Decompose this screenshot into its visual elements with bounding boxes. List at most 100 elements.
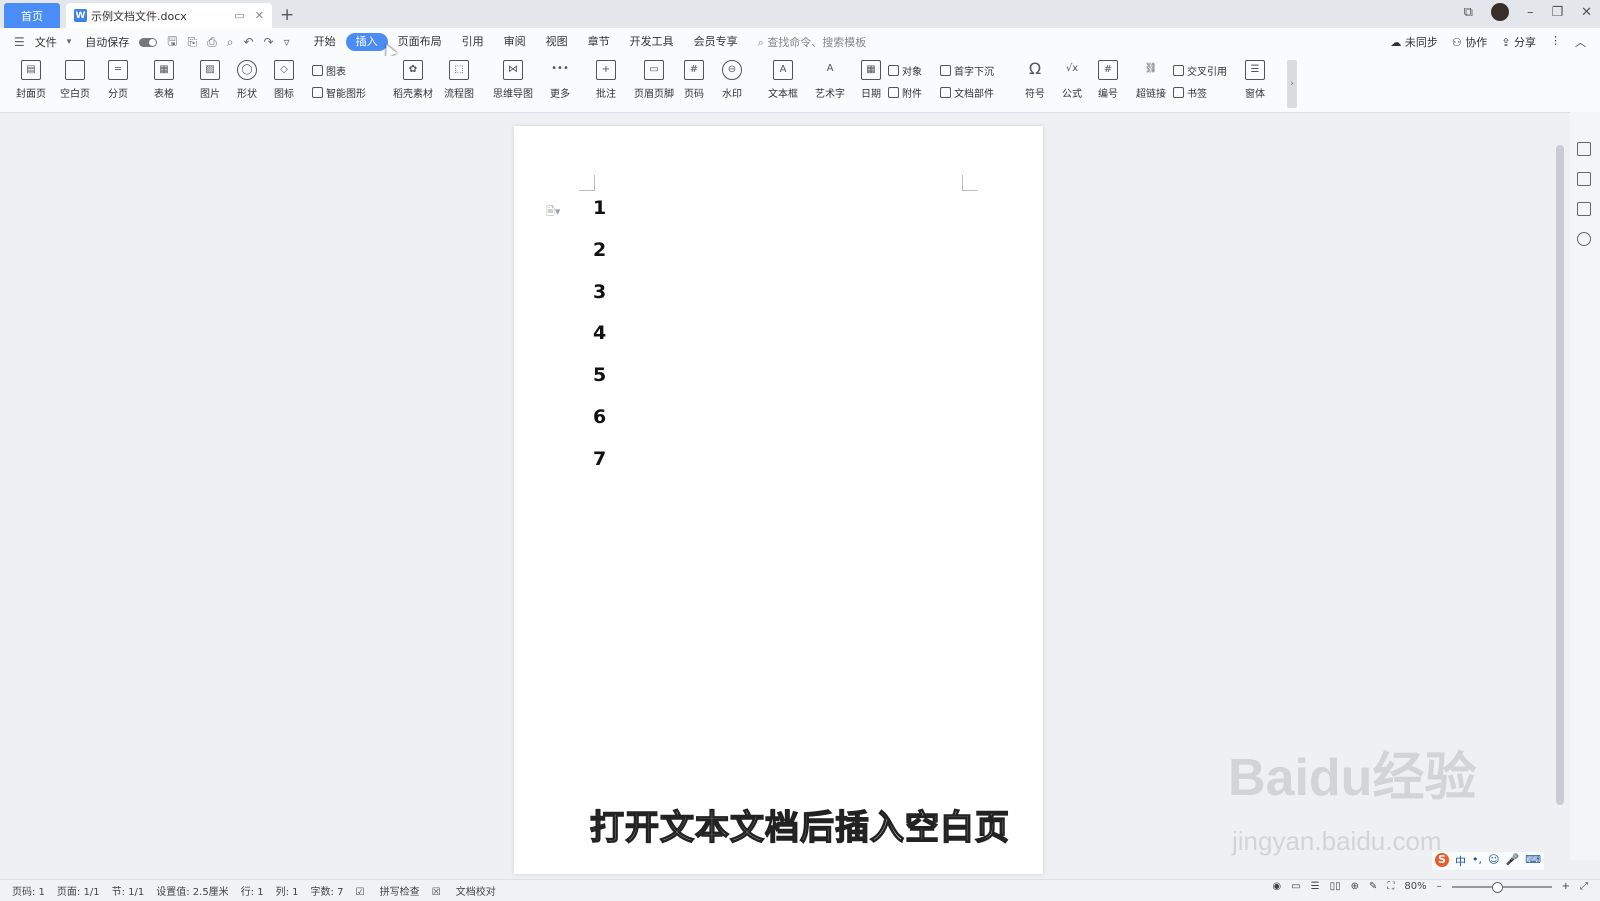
document-line[interactable]: 5 [593,364,606,386]
wordart-button[interactable]: A 艺术字 [815,60,845,100]
table-button[interactable]: ▦ 表格 [154,60,174,100]
close-window-icon[interactable]: ✕ [1581,5,1592,20]
ime-mode-chinese[interactable]: 中 [1455,853,1466,869]
doc-proofread-toggle[interactable]: ☒ 文档校对 [432,883,496,898]
document-line[interactable]: 7 [593,448,606,470]
zoom-slider-knob[interactable] [1491,881,1503,893]
ime-punctuation[interactable]: •, [1472,853,1482,869]
tab-page-layout[interactable]: 页面布局 [388,33,452,51]
collaborate-button[interactable]: ⚇ 协作 [1452,34,1487,50]
picture-button[interactable]: ▨ 图片 [200,60,220,100]
status-word-count[interactable]: 字数: 7 [311,883,344,898]
redo-icon[interactable]: ↷ [264,35,274,49]
page-view-icon[interactable]: ▭ [1291,881,1300,892]
web-view-icon[interactable]: ⊕ [1351,881,1359,892]
undo-icon[interactable]: ↶ [243,35,253,49]
write-mode-icon[interactable]: ✎ [1369,881,1377,892]
select-pointer-icon[interactable] [1577,172,1591,186]
settings-sliders-icon[interactable] [1577,202,1591,216]
file-menu[interactable]: 文件 [35,34,57,50]
chevron-down-icon[interactable]: ▾ [67,37,72,47]
add-tab-button[interactable]: + [280,5,294,25]
tab-pin-icon[interactable]: ▭ [234,9,244,22]
tab-view[interactable]: 视图 [536,33,578,51]
tab-section[interactable]: 章节 [578,33,620,51]
zoom-in-button[interactable]: + [1562,881,1570,892]
mindmap-button[interactable]: ⋈ 思维导图 [493,60,533,100]
collapse-ribbon-icon[interactable]: ︿ [1575,34,1586,50]
share-button[interactable]: ⇪ 分享 [1501,34,1536,50]
spell-check-toggle[interactable]: ☑ 拼写检查 [355,883,419,898]
document-page[interactable]: 🗎▾ 1 2 3 4 5 6 7 [514,126,1043,874]
watermark-button[interactable]: ⊖ 水印 [722,60,742,100]
autosave-toggle[interactable] [139,37,158,47]
doc-parts-button[interactable]: 文档部件 [940,85,994,100]
help-icon[interactable] [1577,232,1591,246]
sync-status[interactable]: ☁ 未同步 [1390,34,1438,50]
ime-microphone-icon[interactable]: 🎤 [1505,853,1519,869]
fit-page-icon[interactable]: ⛶ [1387,881,1394,892]
status-page[interactable]: 页面: 1/1 [57,883,100,898]
print-icon[interactable]: ⎙ [207,35,217,50]
ime-keyboard-icon[interactable]: ⌨ [1525,853,1541,869]
outline-view-icon[interactable]: ☰ [1311,881,1320,892]
tab-member[interactable]: 会员专享 [684,33,748,51]
docer-material-button[interactable]: ✿ 稻壳素材 [393,60,433,100]
sogou-ime-icon[interactable]: S [1435,853,1449,867]
document-line[interactable]: 2 [593,239,606,261]
tab-review[interactable]: 审阅 [494,33,536,51]
vertical-scrollbar[interactable] [1555,115,1565,840]
formula-button[interactable]: √x 公式 [1062,60,1082,100]
tab-home[interactable]: 开始 [304,33,346,51]
zoom-out-button[interactable]: – [1437,881,1442,892]
eye-protection-icon[interactable]: ◉ [1272,881,1281,892]
shape-button[interactable]: ◯ 形状 [237,60,257,100]
header-footer-button[interactable]: ▭ 页眉页脚 [634,60,674,100]
flowchart-button[interactable]: ⬚ 流程图 [444,60,474,100]
chart-button[interactable]: 图表 [312,63,346,78]
comment-button[interactable]: + 批注 [596,60,616,100]
save-icon[interactable]: 🖫 [167,32,177,53]
print-preview-icon[interactable]: ⌕ [227,35,234,50]
document-tab[interactable]: W 示例文档文件.docx ▭ ✕ [66,3,272,28]
export-icon[interactable]: ⎘ [188,35,198,50]
symbol-button[interactable]: Ω 符号 [1025,60,1045,101]
fullscreen-icon[interactable]: ⤢ [1580,881,1588,892]
more-options-icon[interactable]: ⋮ [1550,34,1561,50]
document-line[interactable]: 1 [593,197,606,219]
ime-emoji-icon[interactable]: ☺ [1488,853,1499,869]
attachment-button[interactable]: 附件 [888,85,922,100]
numbering-button[interactable]: # 编号 [1098,60,1118,100]
document-line[interactable]: 4 [593,322,606,344]
drop-cap-button[interactable]: 首字下沉 [940,63,994,78]
command-search[interactable]: ⌕ 查找命令、搜索模板 [758,34,867,50]
hamburger-menu-icon[interactable]: ☰ [14,35,25,49]
layout-switch-icon[interactable]: ⧉ [1464,5,1473,20]
bookmark-button[interactable]: 书签 [1173,85,1207,100]
zoom-slider[interactable] [1451,881,1552,893]
home-tab[interactable]: 首页 [4,3,60,28]
restore-icon[interactable]: ❐ [1551,5,1563,20]
paragraph-options-icon[interactable]: 🗎▾ [546,203,560,222]
tab-developer[interactable]: 开发工具 [620,33,684,51]
ribbon-scroll-right[interactable]: › [1287,60,1297,108]
smart-art-button[interactable]: 智能图形 [312,85,366,100]
form-button[interactable]: ☰ 窗体 [1245,60,1265,100]
tab-close-icon[interactable]: ✕ [255,9,264,22]
edit-icon[interactable] [1577,142,1591,156]
icons-button[interactable]: ◇ 图标 [274,60,294,100]
object-button[interactable]: 对象 [888,63,922,78]
reading-view-icon[interactable]: ▯▯ [1330,881,1341,892]
more-quick-access-icon[interactable]: ▿ [284,35,290,49]
user-avatar[interactable] [1490,3,1509,21]
hyperlink-button[interactable]: ⛓ 超链接 [1136,60,1166,100]
cover-page-button[interactable]: ▤ 封面页 [16,60,46,100]
document-line[interactable]: 6 [593,406,606,428]
page-break-button[interactable]: ═ 分页 [108,60,128,100]
document-line[interactable]: 3 [593,281,606,303]
textbox-button[interactable]: A 文本框 [768,60,798,100]
page-number-button[interactable]: # 页码 [684,60,704,100]
minimize-icon[interactable]: – [1527,5,1534,20]
more-button[interactable]: ••• 更多 [550,60,570,100]
scrollbar-thumb[interactable] [1556,145,1564,805]
